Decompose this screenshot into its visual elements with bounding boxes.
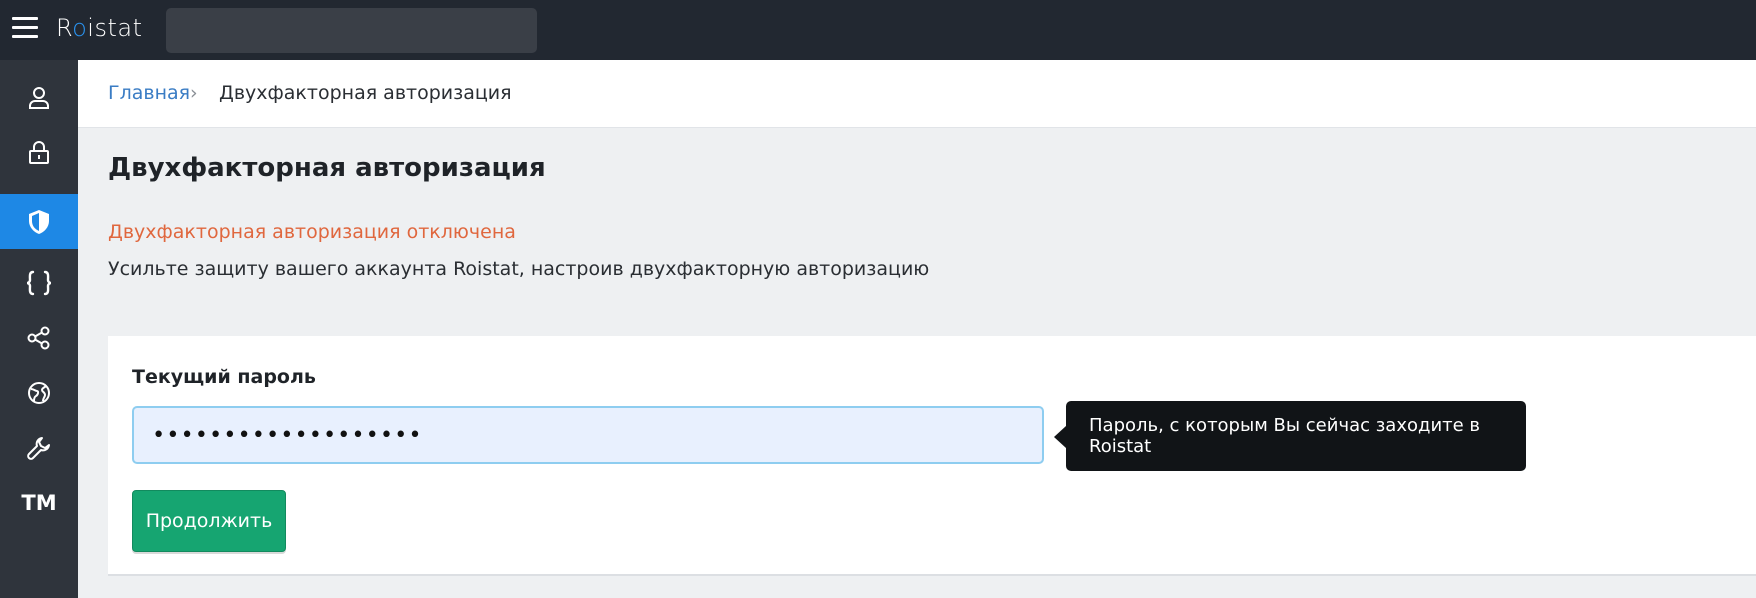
braces-icon — [26, 270, 52, 295]
top-bar: Roistat — [0, 0, 1756, 60]
tooltip-arrow — [1054, 426, 1066, 448]
status-message: Двухфакторная авторизация отключена — [108, 221, 516, 243]
sidebar-item-profile[interactable] — [0, 70, 78, 125]
sidebar-item-settings[interactable] — [0, 420, 78, 475]
breadcrumb-home-link[interactable]: Главная — [108, 82, 190, 104]
user-icon — [29, 86, 49, 109]
share-icon — [27, 326, 50, 349]
description-text: Усильте защиту вашего аккаунта Roistat, … — [108, 258, 930, 280]
sidebar-item-password[interactable] — [0, 125, 78, 180]
sidebar-item-domains[interactable] — [0, 365, 78, 420]
tm-icon: TM — [21, 490, 57, 515]
lock-icon — [29, 140, 49, 164]
breadcrumb: Главная › Двухфакторная авторизация — [78, 60, 1756, 128]
page-title: Двухфакторная авторизация — [108, 153, 546, 183]
breadcrumb-current: Двухфакторная авторизация — [219, 82, 512, 104]
password-form-card: Текущий пароль Пароль, с которым Вы сейч… — [108, 336, 1756, 576]
current-password-label: Текущий пароль — [132, 366, 316, 388]
roistat-logo[interactable]: Roistat — [56, 14, 143, 44]
wrench-icon — [27, 436, 50, 460]
sidebar-item-api[interactable] — [0, 255, 78, 310]
search-input[interactable] — [166, 8, 537, 53]
sidebar: TM — [0, 60, 78, 598]
current-password-field[interactable] — [132, 406, 1044, 464]
globe-icon — [28, 381, 50, 404]
sidebar-item-security[interactable] — [0, 194, 78, 249]
sidebar-item-integrations[interactable] — [0, 310, 78, 365]
password-hint-tooltip: Пароль, с которым Вы сейчас заходите в R… — [1066, 401, 1526, 471]
sidebar-item-tm[interactable]: TM — [0, 475, 78, 530]
continue-button[interactable]: Продолжить — [132, 490, 286, 552]
chevron-right-icon: › — [190, 82, 198, 104]
hamburger-menu-icon[interactable] — [12, 17, 38, 39]
shield-icon — [29, 209, 49, 234]
